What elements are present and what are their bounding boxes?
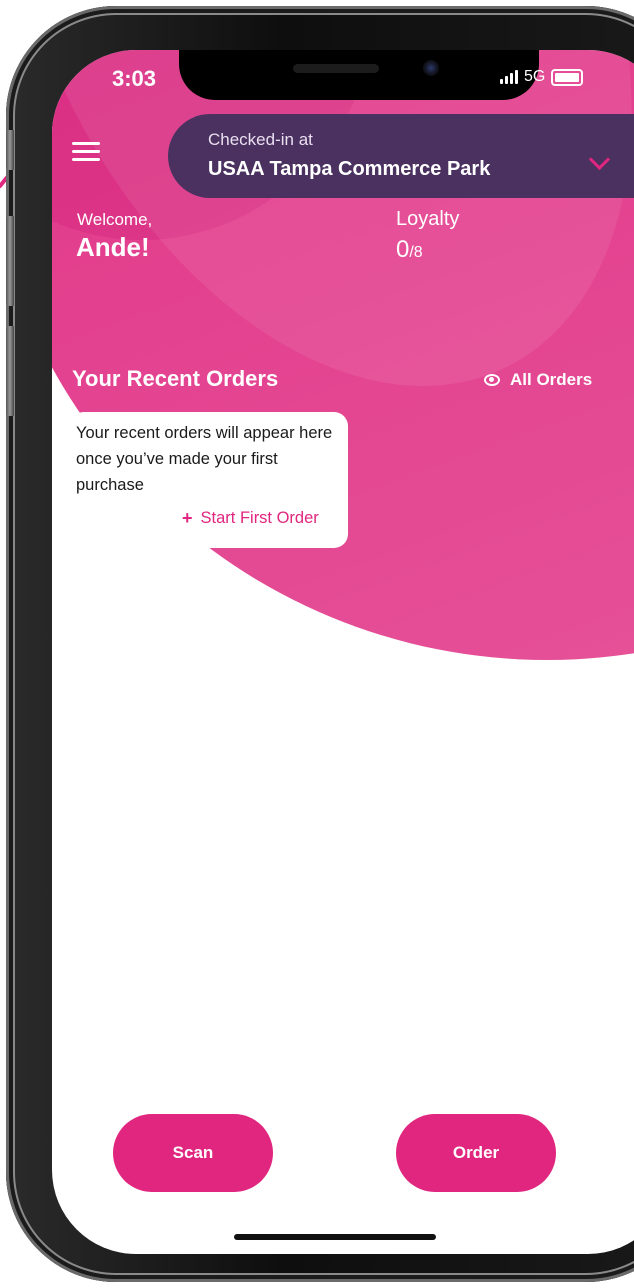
scan-button[interactable]: Scan bbox=[113, 1114, 273, 1192]
loyalty-label: Loyalty bbox=[396, 208, 460, 230]
checkin-location-selector[interactable]: Checked-in at USAA Tampa Commerce Park bbox=[168, 114, 634, 198]
empty-orders-message: Your recent orders will appear here once… bbox=[76, 424, 333, 494]
all-orders-label: All Orders bbox=[510, 370, 593, 389]
loyalty-total: /8 bbox=[409, 244, 423, 261]
hamburger-menu-icon[interactable] bbox=[72, 142, 100, 162]
mute-switch bbox=[6, 130, 14, 170]
volume-down-button bbox=[6, 326, 14, 416]
checkin-label: Checked-in at bbox=[208, 130, 313, 149]
loyalty-progress: 0/8 bbox=[396, 236, 423, 264]
home-indicator[interactable] bbox=[234, 1234, 436, 1240]
recent-orders-title: Your Recent Orders bbox=[72, 366, 279, 391]
device-frame: 3:03 5G Checked-in at USAA Tampa Commerc… bbox=[0, 0, 634, 1288]
network-type: 5G bbox=[524, 68, 546, 85]
signal-icon bbox=[500, 70, 518, 84]
eye-icon bbox=[484, 374, 500, 386]
front-camera-icon bbox=[423, 60, 439, 76]
start-first-order-label: Start First Order bbox=[200, 509, 319, 527]
user-name: Ande! bbox=[76, 232, 150, 262]
plus-icon: + bbox=[182, 508, 193, 528]
volume-up-button bbox=[6, 216, 14, 306]
order-button[interactable]: Order bbox=[396, 1114, 556, 1192]
welcome-label: Welcome, bbox=[77, 210, 153, 229]
start-first-order-button[interactable]: + Start First Order bbox=[182, 508, 319, 529]
app-screen: 3:03 5G Checked-in at USAA Tampa Commerc… bbox=[52, 50, 634, 1254]
loyalty-count: 0 bbox=[396, 236, 410, 263]
all-orders-link[interactable]: All Orders bbox=[484, 370, 592, 390]
phone-body: 3:03 5G Checked-in at USAA Tampa Commerc… bbox=[6, 6, 634, 1282]
battery-icon bbox=[551, 68, 584, 86]
earpiece-speaker bbox=[293, 64, 379, 73]
status-time: 3:03 bbox=[112, 66, 157, 91]
notch bbox=[179, 50, 539, 100]
checkin-location-name: USAA Tampa Commerce Park bbox=[208, 158, 491, 180]
recent-orders-empty-card: Your recent orders will appear here once… bbox=[70, 412, 348, 548]
status-indicators: 5G bbox=[500, 68, 584, 86]
chevron-down-icon[interactable] bbox=[588, 148, 611, 171]
